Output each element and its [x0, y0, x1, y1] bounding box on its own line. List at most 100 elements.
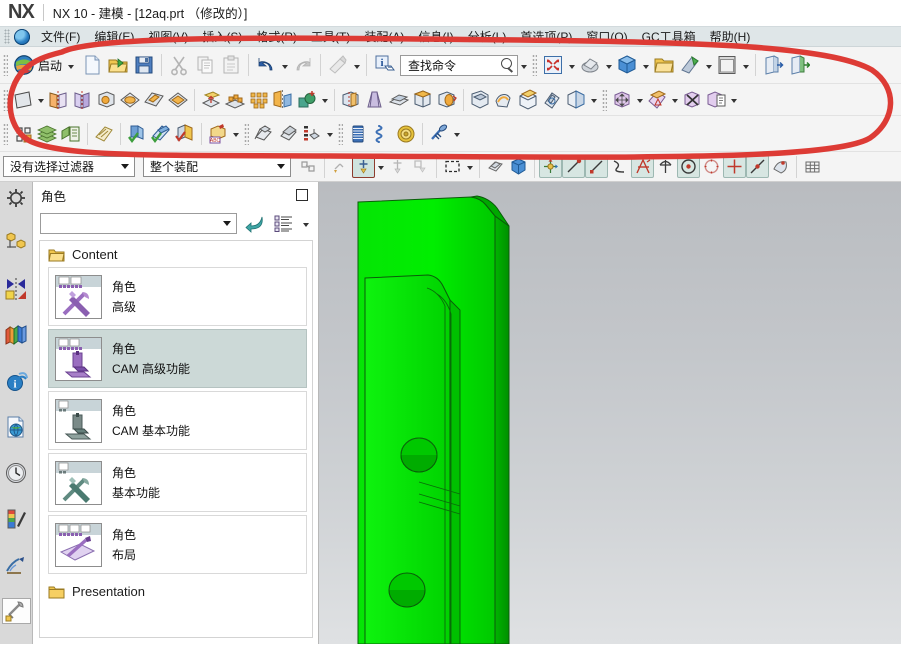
sidebar-item-hd3d-tools[interactable]: i [2, 368, 31, 394]
curve-snap-button[interactable] [608, 155, 631, 178]
toolbar-grip-2[interactable] [532, 54, 538, 76]
gear-button[interactable] [394, 122, 418, 146]
orient-caret-icon[interactable] [640, 53, 651, 77]
open-window-button[interactable] [760, 52, 786, 78]
menu-item-9[interactable]: 首选项(P) [513, 26, 579, 48]
datum-axis-button[interactable] [70, 88, 94, 112]
snap-point-caret-icon[interactable] [375, 155, 386, 179]
undo-button[interactable] [253, 52, 279, 78]
delete-face-button[interactable] [540, 88, 564, 112]
annotation-caret-icon[interactable] [230, 122, 241, 146]
menu-item-5[interactable]: 工具(T) [304, 26, 357, 48]
role-search-combo[interactable] [40, 212, 237, 234]
layer-category-button[interactable] [59, 122, 83, 146]
sketch-caret-icon[interactable] [35, 88, 46, 112]
role-search-arrow-icon[interactable] [220, 221, 233, 226]
revolve-button[interactable] [118, 88, 142, 112]
menu-item-3[interactable]: 插入(S) [195, 26, 249, 48]
point-snap-button[interactable] [723, 155, 746, 178]
bolt-caret-icon[interactable] [451, 122, 462, 146]
object-info-caret-icon[interactable] [728, 88, 739, 112]
examine-geometry-button[interactable] [149, 122, 173, 146]
sketch-button[interactable] [11, 88, 35, 112]
menu-item-11[interactable]: GC工具箱 [635, 26, 703, 48]
sidebar-item-system-materials[interactable] [2, 506, 31, 532]
sidebar-item-constraint-navigator[interactable] [2, 276, 31, 302]
orient-view-button[interactable] [614, 52, 640, 78]
layer-settings-button[interactable] [651, 52, 677, 78]
sidebar-item-history[interactable] [2, 460, 31, 486]
select-general-button[interactable] [297, 155, 320, 178]
selection-filter-combo[interactable]: 没有选择过滤器 [3, 156, 135, 177]
sidebar-item-part-navigator[interactable] [2, 230, 31, 256]
visualization-button[interactable] [677, 52, 703, 78]
selection-filter-arrow-icon[interactable] [118, 164, 132, 169]
snap-quadrant-button[interactable] [409, 155, 432, 178]
wave-geometry-button[interactable] [645, 88, 669, 112]
extract-body-button[interactable] [199, 88, 223, 112]
draft-button[interactable] [363, 88, 387, 112]
search-icon[interactable] [500, 57, 515, 73]
boolean-button[interactable] [295, 88, 319, 112]
snap-point-active-button[interactable] [352, 155, 375, 178]
menu-item-1[interactable]: 编辑(E) [87, 26, 141, 48]
background-button[interactable] [714, 52, 740, 78]
close-window-button[interactable] [786, 52, 812, 78]
find-command-box[interactable] [400, 54, 519, 76]
midpoint-snap-button[interactable] [746, 155, 769, 178]
role-card[interactable]: 角色 CAM 高级功能 [48, 329, 307, 388]
trim-body-button[interactable] [339, 88, 363, 112]
sidebar-item-web-browser[interactable] [2, 414, 31, 440]
undo-caret-icon[interactable] [279, 53, 290, 77]
menu-item-2[interactable]: 视图(V) [141, 26, 195, 48]
select-body-button[interactable] [507, 155, 530, 178]
model-3d[interactable] [319, 182, 901, 644]
menu-item-0[interactable]: 文件(F) [34, 26, 87, 48]
graphics-viewport[interactable]: 3D 世界 网 WWW.3DSJW.COM [319, 182, 901, 644]
offset-face-button[interactable] [492, 88, 516, 112]
move-object-button[interactable] [610, 88, 634, 112]
menu-item-7[interactable]: 信息(I) [411, 26, 460, 48]
chamfer-button[interactable] [411, 88, 435, 112]
sidebar-item-reuse-library[interactable] [2, 322, 31, 348]
nx-globe-icon[interactable] [14, 28, 30, 45]
information-button[interactable]: i [371, 52, 397, 78]
section-body-button[interactable] [564, 88, 588, 112]
new-file-button[interactable] [79, 52, 105, 78]
arc-center-snap-button[interactable] [654, 155, 677, 178]
move-object-caret-icon[interactable] [634, 88, 645, 112]
checkmate-button[interactable] [125, 122, 149, 146]
repaint-caret-icon[interactable] [351, 53, 362, 77]
menu-item-8[interactable]: 分析(L) [461, 26, 514, 48]
swept-check-button[interactable] [252, 122, 276, 146]
list-view-button[interactable] [273, 213, 293, 233]
toolbar-grip-3[interactable] [3, 88, 8, 111]
menu-item-6[interactable]: 装配(A) [357, 26, 411, 48]
section-caret-icon[interactable] [588, 88, 599, 112]
role-card[interactable]: 角色 布局 [48, 515, 307, 574]
hollow-button[interactable] [166, 88, 190, 112]
notes-button[interactable] [92, 122, 116, 146]
menu-item-4[interactable]: 格式(R) [249, 26, 304, 48]
save-button[interactable] [131, 52, 157, 78]
simple-interference-button[interactable] [300, 122, 324, 146]
object-info-button[interactable] [704, 88, 728, 112]
toolbar-grip-6[interactable] [244, 122, 249, 145]
menu-item-10[interactable]: 窗口(O) [579, 26, 634, 48]
toolbar-grip-7[interactable] [338, 122, 343, 145]
menubar-grip[interactable] [4, 29, 10, 44]
redo-button[interactable] [290, 52, 316, 78]
role-card[interactable]: 角色 高级 [48, 267, 307, 326]
point-constructor-button[interactable] [562, 155, 585, 178]
role-card[interactable]: 角色 CAM 基本功能 [48, 391, 307, 450]
selection-scope-arrow-icon[interactable] [274, 164, 288, 169]
find-command-input[interactable] [406, 57, 501, 73]
sidebar-item-system-scene[interactable] [2, 552, 31, 578]
sweep-button[interactable] [142, 88, 166, 112]
datum-plane-button[interactable] [46, 88, 70, 112]
pattern-face-button[interactable] [247, 88, 271, 112]
folder-content[interactable]: Content [40, 245, 312, 267]
role-card[interactable]: 角色 基本功能 [48, 453, 307, 512]
sidebar-item-assembly-navigator[interactable] [2, 186, 31, 210]
extrude-button[interactable] [94, 88, 118, 112]
